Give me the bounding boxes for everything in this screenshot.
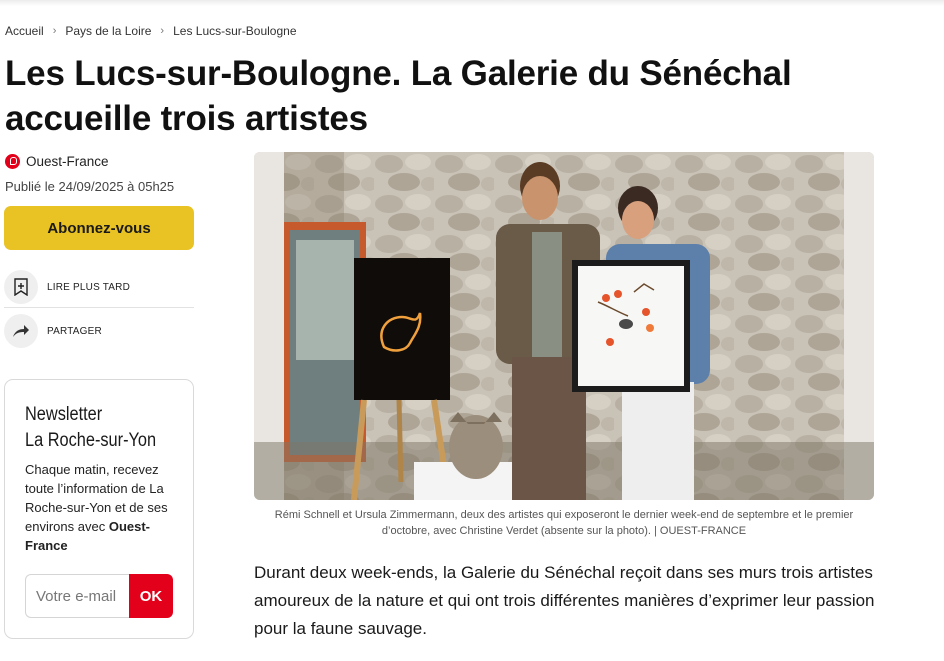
article-lead: Durant deux week-ends, la Galerie du Sén… xyxy=(254,563,875,638)
newsletter-ok-button[interactable]: OK xyxy=(129,574,173,618)
newsletter-title-line1: Newsletter xyxy=(25,404,103,425)
divider xyxy=(4,307,194,308)
newsletter-title: Newsletter La Roche-sur-Yon xyxy=(25,402,169,454)
photo-illustration xyxy=(254,152,874,500)
chevron-right-icon: › xyxy=(160,25,165,37)
breadcrumb-region[interactable]: Pays de la Loire xyxy=(65,24,151,38)
subscribe-button[interactable]: Abonnez-vous xyxy=(4,206,194,250)
ouest-france-logo-icon xyxy=(5,154,20,169)
newsletter-box: Newsletter La Roche-sur-Yon Chaque matin… xyxy=(4,379,194,639)
share-button[interactable]: PARTAGER xyxy=(4,312,194,350)
source-name[interactable]: Ouest-France xyxy=(26,154,109,169)
bookmark-plus-icon xyxy=(4,270,38,304)
newsletter-description: Chaque matin, recevez toute l’informatio… xyxy=(25,460,185,555)
breadcrumb-town[interactable]: Les Lucs-sur-Boulogne xyxy=(173,24,296,38)
newsletter-title-line2: La Roche-sur-Yon xyxy=(25,430,157,451)
article-source: Ouest-France xyxy=(5,154,109,169)
chevron-right-icon: › xyxy=(52,25,57,37)
newsletter-form: OK xyxy=(25,574,173,618)
photo-caption: Rémi Schnell et Ursula Zimmermann, deux … xyxy=(274,509,854,537)
article-photo[interactable] xyxy=(254,152,874,500)
share-arrow-icon xyxy=(4,314,38,348)
share-label: PARTAGER xyxy=(47,325,102,337)
read-later-button[interactable]: LIRE PLUS TARD xyxy=(4,268,194,306)
breadcrumb-home[interactable]: Accueil xyxy=(5,24,44,38)
page-title: Les Lucs-sur-Boulogne. La Galerie du Sén… xyxy=(5,54,792,138)
publish-date: Publié le 24/09/2025 à 05h25 xyxy=(5,179,175,194)
top-bar xyxy=(0,0,944,6)
breadcrumb: Accueil › Pays de la Loire › Les Lucs-su… xyxy=(5,24,297,38)
email-field[interactable] xyxy=(25,574,129,618)
read-later-label: LIRE PLUS TARD xyxy=(47,281,131,293)
